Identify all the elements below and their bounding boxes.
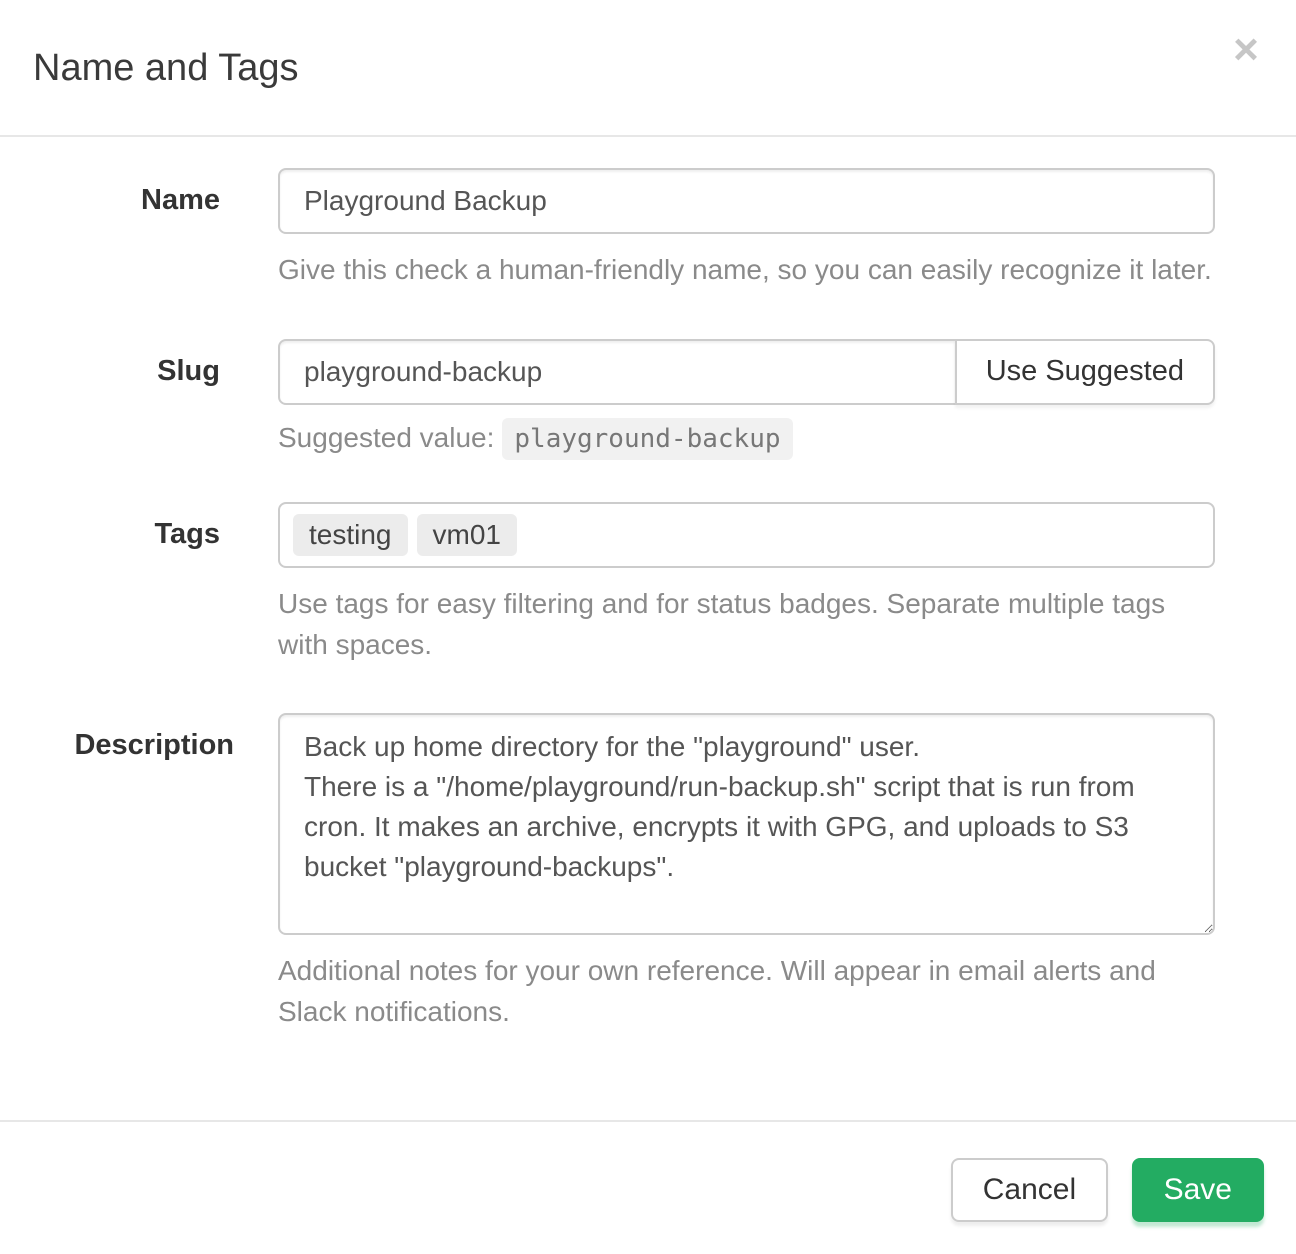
cancel-button[interactable]: Cancel [951,1158,1108,1222]
description-label: Description [74,729,234,761]
slug-input-group: Use Suggested [278,339,1215,405]
suggested-value-label: Suggested value: [278,422,494,453]
suggested-value-line: Suggested value:playground-backup [278,422,1215,454]
tags-help-text: Use tags for easy filtering and for stat… [278,584,1215,665]
modal-body: Name Give this check a human-friendly na… [0,137,1296,1120]
tags-input[interactable]: testing vm01 [278,502,1215,568]
name-input[interactable] [278,168,1215,234]
modal-footer: Cancel Save [0,1120,1296,1254]
description-help-text: Additional notes for your own reference.… [278,951,1215,1032]
close-icon[interactable]: × [1222,26,1270,74]
tag-chip[interactable]: vm01 [417,514,517,555]
description-form-row: Description Back up home directory for t… [0,713,1215,1032]
tag-chip[interactable]: testing [293,514,408,555]
slug-input[interactable] [278,339,957,405]
slug-label: Slug [157,355,220,387]
modal-title: Name and Tags [33,44,1263,93]
name-help-text: Give this check a human-friendly name, s… [278,250,1215,291]
name-label: Name [141,184,220,216]
save-button[interactable]: Save [1132,1158,1264,1222]
description-textarea[interactable]: Back up home directory for the "playgrou… [278,713,1215,935]
tags-label: Tags [154,518,220,550]
name-form-row: Name Give this check a human-friendly na… [0,168,1215,291]
tags-form-row: Tags testing vm01 Use tags for easy filt… [0,502,1215,665]
use-suggested-button[interactable]: Use Suggested [955,339,1215,405]
name-and-tags-dialog: Name and Tags × Name Give this check a h… [0,0,1296,1254]
slug-form-row: Slug Use Suggested Suggested value:playg… [0,339,1215,454]
suggested-value-code: playground-backup [502,418,792,460]
modal-header: Name and Tags × [0,0,1296,137]
